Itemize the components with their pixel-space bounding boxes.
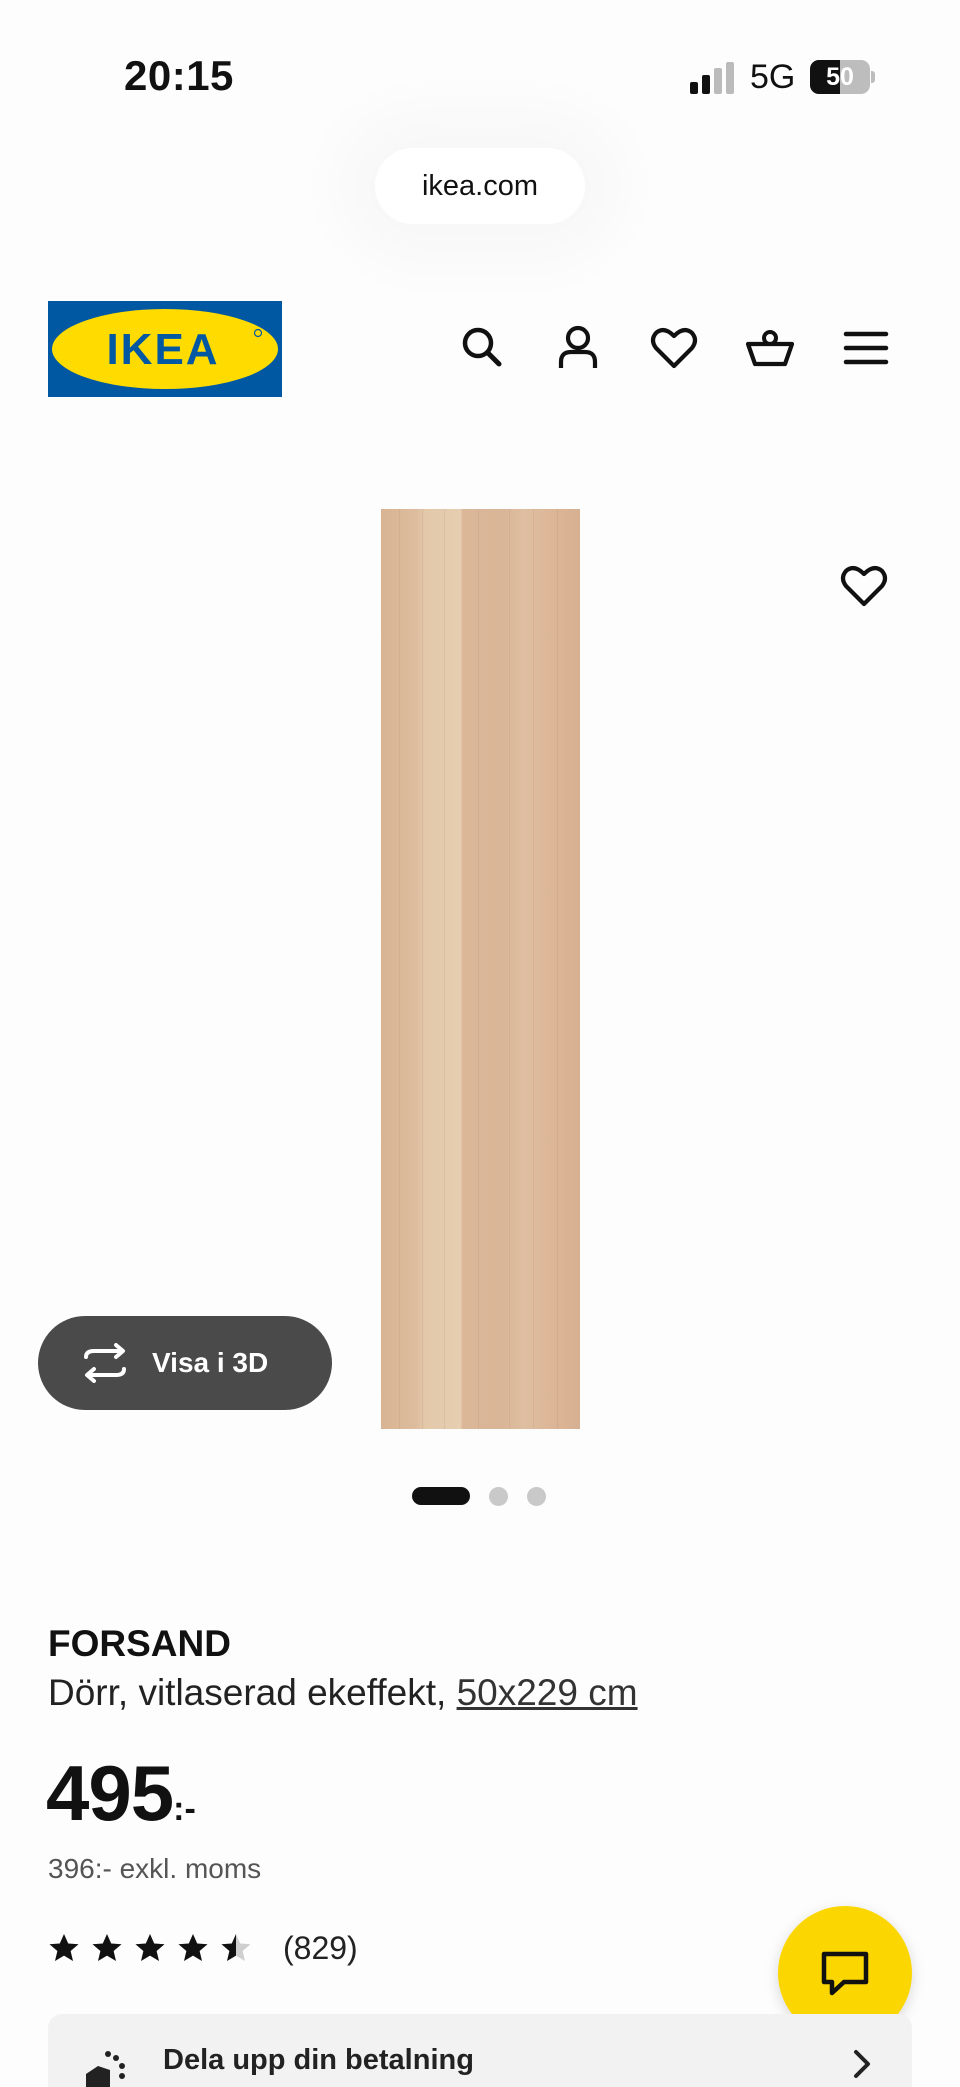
heart-icon[interactable] bbox=[648, 322, 700, 374]
split-payment-card[interactable]: Dela upp din betalning bbox=[48, 2014, 912, 2087]
product-type: Dörr, vitlaserad ekeffekt, bbox=[48, 1672, 457, 1713]
address-bar[interactable]: ikea.com bbox=[375, 148, 585, 224]
status-bar: 20:15 5G 50 bbox=[0, 0, 960, 150]
price-suffix: :- bbox=[173, 1790, 196, 1828]
pagination-dot[interactable] bbox=[527, 1486, 546, 1506]
price-excl-vat: 396:- exkl. moms bbox=[48, 1853, 262, 1884]
rotate-3d-icon bbox=[84, 1343, 126, 1383]
gallery-pagination bbox=[412, 1486, 546, 1506]
star-full-icon bbox=[135, 1934, 165, 1961]
network-type: 5G bbox=[750, 58, 796, 96]
payment-split-icon bbox=[86, 2051, 125, 2087]
pagination-dot[interactable] bbox=[489, 1486, 508, 1506]
add-to-favourites-heart-icon[interactable] bbox=[838, 560, 890, 612]
split-payment-label: Dela upp din betalning bbox=[163, 2044, 474, 2076]
product-rating[interactable]: (829) bbox=[48, 1928, 358, 1968]
basket-icon[interactable] bbox=[744, 322, 796, 374]
star-half-icon bbox=[221, 1934, 251, 1961]
ikea-logo[interactable]: IKEA bbox=[48, 301, 282, 397]
ikea-logo-text: IKEA bbox=[106, 325, 219, 374]
product-description: Dörr, vitlaserad ekeffekt, 50x229 cm bbox=[48, 1672, 638, 1714]
star-full-icon bbox=[92, 1934, 122, 1961]
product-size-link[interactable]: 50x229 cm bbox=[457, 1672, 638, 1713]
battery-indicator: 50 bbox=[810, 60, 875, 94]
view-in-3d-label: Visa i 3D bbox=[152, 1347, 269, 1378]
price-amount: 495 bbox=[46, 1749, 174, 1837]
status-time: 20:15 bbox=[124, 52, 234, 99]
star-full-icon bbox=[49, 1934, 79, 1961]
cellular-signal-icon bbox=[690, 62, 734, 94]
view-in-3d-button[interactable]: Visa i 3D bbox=[38, 1316, 332, 1410]
pagination-dot-active[interactable] bbox=[412, 1487, 470, 1505]
review-count[interactable]: (829) bbox=[283, 1930, 358, 1967]
product-price: 495:- bbox=[46, 1748, 196, 1839]
account-icon[interactable] bbox=[552, 322, 604, 374]
product-image[interactable] bbox=[381, 509, 580, 1429]
product-name: FORSAND bbox=[48, 1623, 231, 1664]
menu-icon[interactable] bbox=[840, 322, 892, 374]
search-icon[interactable] bbox=[456, 322, 508, 374]
battery-percent: 50 bbox=[826, 63, 854, 91]
chat-icon bbox=[821, 1951, 869, 1996]
star-full-icon bbox=[178, 1934, 208, 1961]
chevron-right-icon bbox=[854, 2050, 870, 2078]
